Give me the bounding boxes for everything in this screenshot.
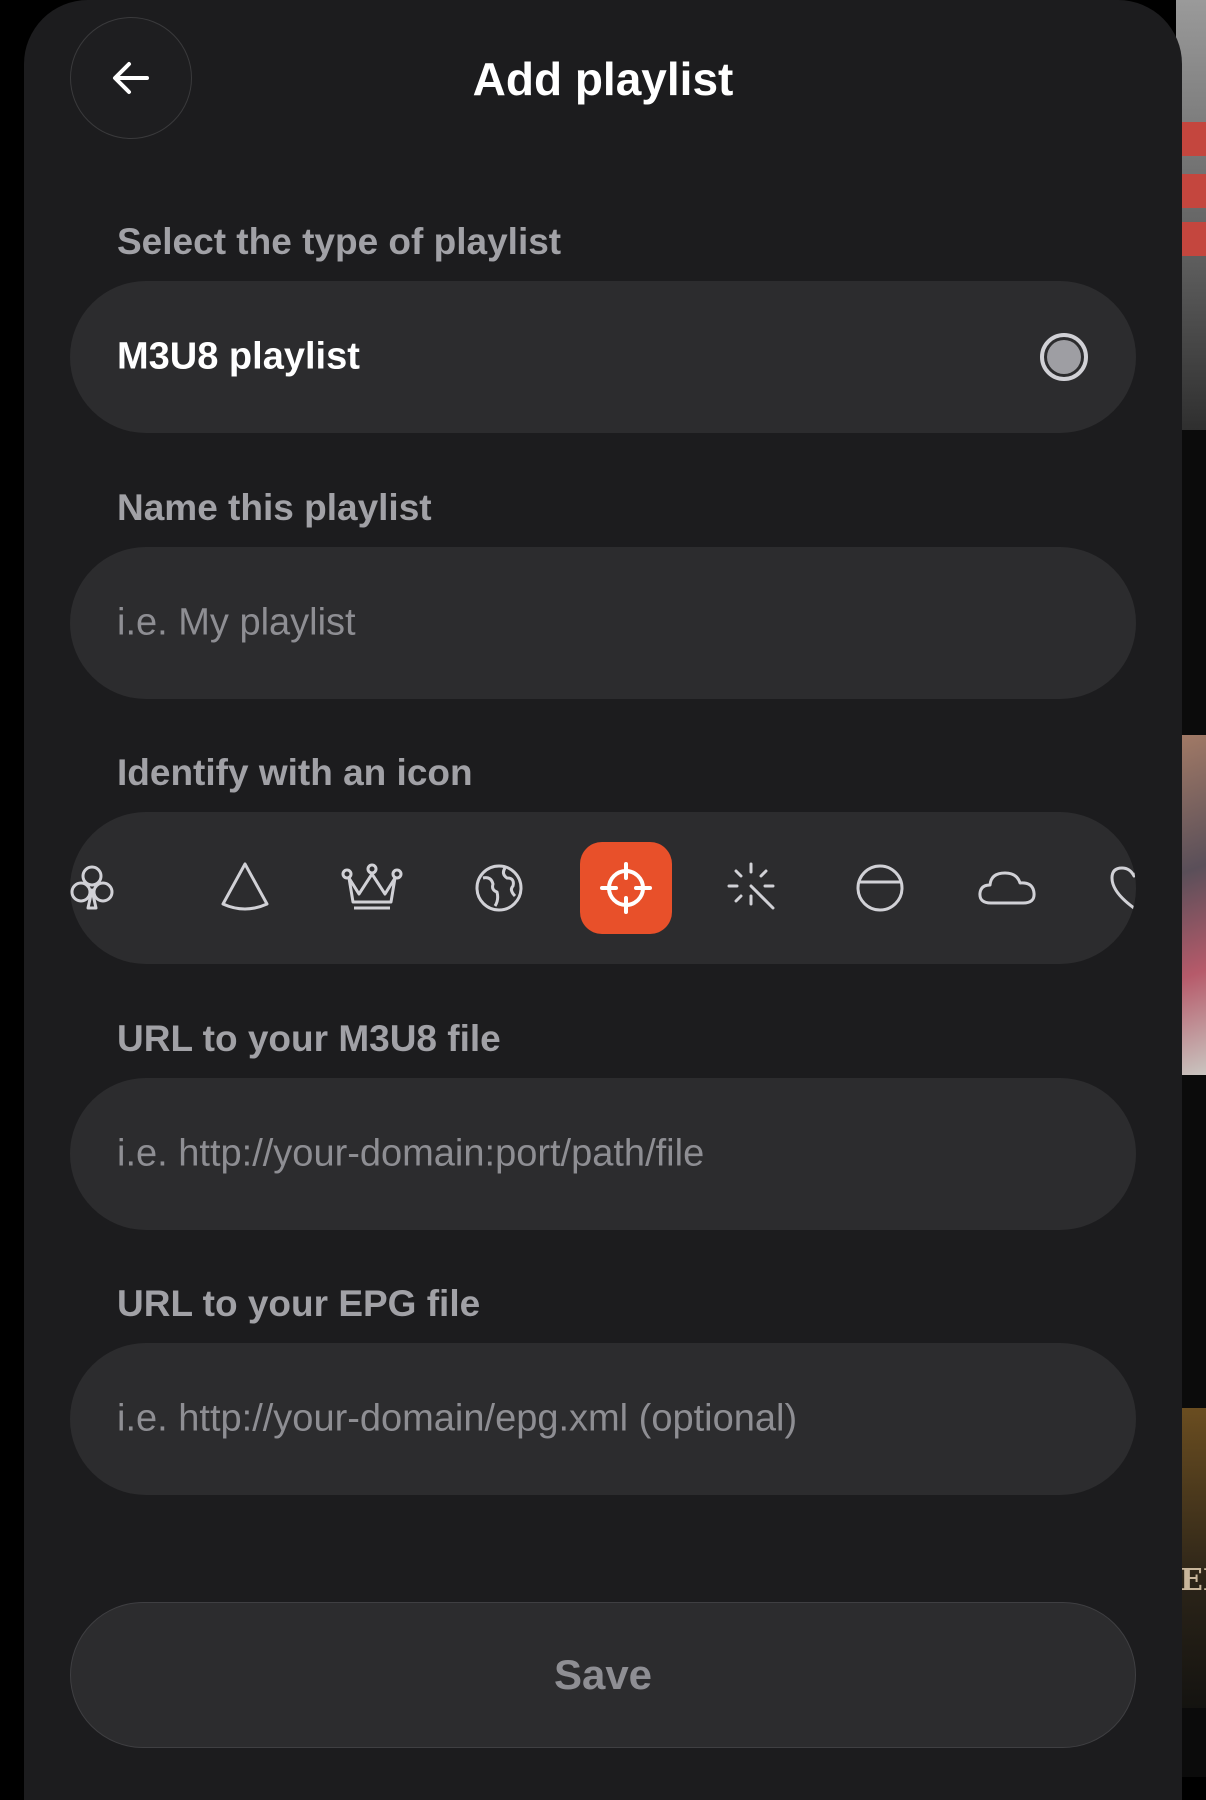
magic-wand-icon[interactable] (707, 842, 799, 934)
crown-icon[interactable] (326, 842, 418, 934)
header: Add playlist (24, 0, 1182, 160)
m3u8-url-placeholder: i.e. http://your-domain:port/path/file (117, 1132, 705, 1175)
crosshair-icon[interactable] (580, 842, 672, 934)
m3u8-url-label: URL to your M3U8 file (117, 1018, 501, 1059)
m3u8-url-field[interactable]: i.e. http://your-domain:port/path/file (70, 1078, 1136, 1230)
cloud-icon[interactable] (961, 842, 1053, 934)
epg-url-placeholder: i.e. http://your-domain/epg.xml (optiona… (117, 1397, 798, 1440)
icon-label: Identify with an icon (117, 752, 473, 793)
globe-icon[interactable] (453, 842, 545, 934)
type-label: Select the type of playlist (117, 221, 562, 262)
page-title: Add playlist (472, 53, 734, 105)
half-circle-icon[interactable] (834, 842, 926, 934)
save-button[interactable]: Save (70, 1602, 1136, 1748)
playlist-name-placeholder: i.e. My playlist (117, 601, 356, 644)
epg-url-label: URL to your EPG file (117, 1283, 481, 1324)
playlist-name-field[interactable]: i.e. My playlist (70, 547, 1136, 699)
icon-picker[interactable] (70, 812, 1136, 964)
playlist-type-option[interactable]: M3U8 playlist (70, 281, 1136, 433)
background-text: EN (1180, 1563, 1206, 1598)
name-label: Name this playlist (117, 487, 432, 528)
playlist-type-value: M3U8 playlist (117, 335, 360, 378)
heart-icon[interactable] (1088, 842, 1136, 934)
radio-button[interactable] (1040, 333, 1088, 381)
add-playlist-sheet: Add playlist Select the type of playlist… (24, 0, 1182, 1800)
epg-url-field[interactable]: i.e. http://your-domain/epg.xml (optiona… (70, 1343, 1136, 1495)
cone-icon[interactable] (199, 842, 291, 934)
club-icon[interactable] (70, 842, 138, 934)
